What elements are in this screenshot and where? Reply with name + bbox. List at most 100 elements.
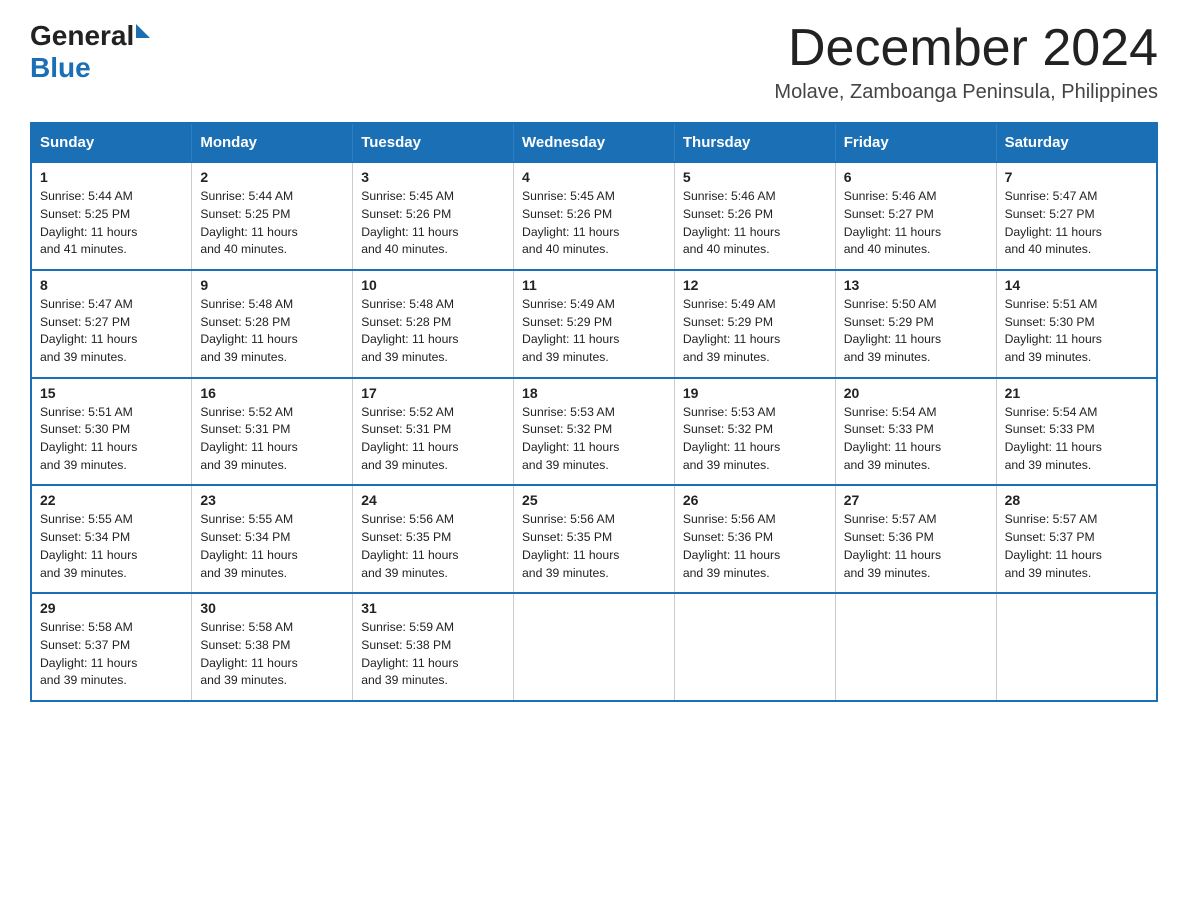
day-number: 7 — [1005, 169, 1148, 185]
title-area: December 2024 Molave, Zamboanga Peninsul… — [774, 20, 1158, 104]
calendar-header-day: Wednesday — [514, 123, 675, 162]
day-number: 29 — [40, 600, 183, 616]
calendar-cell: 2 Sunrise: 5:44 AMSunset: 5:25 PMDaylight… — [192, 162, 353, 270]
day-info: Sunrise: 5:47 AMSunset: 5:27 PMDaylight:… — [40, 296, 183, 367]
calendar-cell: 21 Sunrise: 5:54 AMSunset: 5:33 PMDayligh… — [996, 378, 1157, 486]
calendar-cell: 25 Sunrise: 5:56 AMSunset: 5:35 PMDayligh… — [514, 485, 675, 593]
day-number: 31 — [361, 600, 505, 616]
day-number: 18 — [522, 385, 666, 401]
calendar-header-day: Sunday — [31, 123, 192, 162]
day-number: 13 — [844, 277, 988, 293]
day-number: 27 — [844, 492, 988, 508]
day-number: 26 — [683, 492, 827, 508]
calendar-header-day: Friday — [835, 123, 996, 162]
day-info: Sunrise: 5:58 AMSunset: 5:38 PMDaylight:… — [200, 619, 344, 690]
calendar-cell: 26 Sunrise: 5:56 AMSunset: 5:36 PMDayligh… — [674, 485, 835, 593]
page-title: December 2024 — [774, 20, 1158, 77]
calendar-cell: 24Sunrise: 5:56 AMSunset: 5:35 PMDayligh… — [353, 485, 514, 593]
logo-triangle-icon — [136, 24, 150, 38]
calendar-cell: 31Sunrise: 5:59 AMSunset: 5:38 PMDayligh… — [353, 593, 514, 701]
day-info: Sunrise: 5:49 AMSunset: 5:29 PMDaylight:… — [683, 296, 827, 367]
day-info: Sunrise: 5:54 AMSunset: 5:33 PMDaylight:… — [1005, 404, 1148, 475]
day-number: 25 — [522, 492, 666, 508]
calendar-cell — [835, 593, 996, 701]
day-number: 28 — [1005, 492, 1148, 508]
day-info: Sunrise: 5:58 AMSunset: 5:37 PMDaylight:… — [40, 619, 183, 690]
day-info: Sunrise: 5:56 AMSunset: 5:35 PMDaylight:… — [522, 511, 666, 582]
day-info: Sunrise: 5:53 AMSunset: 5:32 PMDaylight:… — [522, 404, 666, 475]
calendar-cell: 18 Sunrise: 5:53 AMSunset: 5:32 PMDayligh… — [514, 378, 675, 486]
calendar-cell: 30Sunrise: 5:58 AMSunset: 5:38 PMDayligh… — [192, 593, 353, 701]
day-info: Sunrise: 5:50 AMSunset: 5:29 PMDaylight:… — [844, 296, 988, 367]
day-number: 22 — [40, 492, 183, 508]
day-number: 20 — [844, 385, 988, 401]
calendar-cell: 12 Sunrise: 5:49 AMSunset: 5:29 PMDayligh… — [674, 270, 835, 378]
day-info: Sunrise: 5:56 AMSunset: 5:36 PMDaylight:… — [683, 511, 827, 582]
day-info: Sunrise: 5:49 AMSunset: 5:29 PMDaylight:… — [522, 296, 666, 367]
calendar-cell: 9 Sunrise: 5:48 AMSunset: 5:28 PMDaylight… — [192, 270, 353, 378]
calendar-cell: 20 Sunrise: 5:54 AMSunset: 5:33 PMDayligh… — [835, 378, 996, 486]
day-number: 12 — [683, 277, 827, 293]
day-number: 23 — [200, 492, 344, 508]
day-info: Sunrise: 5:46 AMSunset: 5:27 PMDaylight:… — [844, 188, 988, 259]
day-info: Sunrise: 5:48 AMSunset: 5:28 PMDaylight:… — [200, 296, 344, 367]
logo: General Blue — [30, 20, 150, 84]
day-info: Sunrise: 5:55 AMSunset: 5:34 PMDaylight:… — [40, 511, 183, 582]
calendar-cell — [996, 593, 1157, 701]
calendar-cell: 6 Sunrise: 5:46 AMSunset: 5:27 PMDaylight… — [835, 162, 996, 270]
calendar-cell: 14Sunrise: 5:51 AMSunset: 5:30 PMDayligh… — [996, 270, 1157, 378]
calendar-cell: 29 Sunrise: 5:58 AMSunset: 5:37 PMDayligh… — [31, 593, 192, 701]
logo-general-text: General — [30, 20, 134, 52]
calendar-cell: 17 Sunrise: 5:52 AMSunset: 5:31 PMDayligh… — [353, 378, 514, 486]
calendar-cell: 13 Sunrise: 5:50 AMSunset: 5:29 PMDayligh… — [835, 270, 996, 378]
day-info: Sunrise: 5:51 AMSunset: 5:30 PMDaylight:… — [40, 404, 183, 475]
calendar-week-row: 8Sunrise: 5:47 AMSunset: 5:27 PMDaylight… — [31, 270, 1157, 378]
calendar-week-row: 29 Sunrise: 5:58 AMSunset: 5:37 PMDayligh… — [31, 593, 1157, 701]
calendar-cell: 15Sunrise: 5:51 AMSunset: 5:30 PMDayligh… — [31, 378, 192, 486]
day-number: 19 — [683, 385, 827, 401]
day-number: 9 — [200, 277, 344, 293]
calendar-cell: 11 Sunrise: 5:49 AMSunset: 5:29 PMDayligh… — [514, 270, 675, 378]
calendar-header-day: Tuesday — [353, 123, 514, 162]
calendar-cell: 10Sunrise: 5:48 AMSunset: 5:28 PMDayligh… — [353, 270, 514, 378]
day-number: 17 — [361, 385, 505, 401]
calendar-cell: 22 Sunrise: 5:55 AMSunset: 5:34 PMDayligh… — [31, 485, 192, 593]
day-info: Sunrise: 5:52 AMSunset: 5:31 PMDaylight:… — [361, 404, 505, 475]
logo-blue-text: Blue — [30, 52, 91, 84]
location-subtitle: Molave, Zamboanga Peninsula, Philippines — [774, 81, 1158, 104]
day-number: 21 — [1005, 385, 1148, 401]
day-number: 3 — [361, 169, 505, 185]
calendar-week-row: 22 Sunrise: 5:55 AMSunset: 5:34 PMDayligh… — [31, 485, 1157, 593]
day-number: 4 — [522, 169, 666, 185]
day-info: Sunrise: 5:53 AMSunset: 5:32 PMDaylight:… — [683, 404, 827, 475]
day-info: Sunrise: 5:46 AMSunset: 5:26 PMDaylight:… — [683, 188, 827, 259]
day-info: Sunrise: 5:47 AMSunset: 5:27 PMDaylight:… — [1005, 188, 1148, 259]
day-info: Sunrise: 5:45 AMSunset: 5:26 PMDaylight:… — [361, 188, 505, 259]
day-number: 1 — [40, 169, 183, 185]
day-number: 24 — [361, 492, 505, 508]
day-info: Sunrise: 5:54 AMSunset: 5:33 PMDaylight:… — [844, 404, 988, 475]
day-info: Sunrise: 5:44 AMSunset: 5:25 PMDaylight:… — [40, 188, 183, 259]
calendar-cell — [674, 593, 835, 701]
day-number: 2 — [200, 169, 344, 185]
calendar-cell: 8Sunrise: 5:47 AMSunset: 5:27 PMDaylight… — [31, 270, 192, 378]
day-info: Sunrise: 5:55 AMSunset: 5:34 PMDaylight:… — [200, 511, 344, 582]
calendar-cell: 7 Sunrise: 5:47 AMSunset: 5:27 PMDaylight… — [996, 162, 1157, 270]
calendar-header-day: Saturday — [996, 123, 1157, 162]
calendar-cell: 23 Sunrise: 5:55 AMSunset: 5:34 PMDayligh… — [192, 485, 353, 593]
day-info: Sunrise: 5:45 AMSunset: 5:26 PMDaylight:… — [522, 188, 666, 259]
day-number: 10 — [361, 277, 505, 293]
calendar-week-row: 15Sunrise: 5:51 AMSunset: 5:30 PMDayligh… — [31, 378, 1157, 486]
day-info: Sunrise: 5:52 AMSunset: 5:31 PMDaylight:… — [200, 404, 344, 475]
header: General Blue December 2024 Molave, Zambo… — [30, 20, 1158, 104]
day-info: Sunrise: 5:57 AMSunset: 5:37 PMDaylight:… — [1005, 511, 1148, 582]
day-number: 16 — [200, 385, 344, 401]
calendar-cell: 16 Sunrise: 5:52 AMSunset: 5:31 PMDayligh… — [192, 378, 353, 486]
day-info: Sunrise: 5:44 AMSunset: 5:25 PMDaylight:… — [200, 188, 344, 259]
day-number: 6 — [844, 169, 988, 185]
day-info: Sunrise: 5:51 AMSunset: 5:30 PMDaylight:… — [1005, 296, 1148, 367]
day-number: 11 — [522, 277, 666, 293]
calendar-cell: 3 Sunrise: 5:45 AMSunset: 5:26 PMDaylight… — [353, 162, 514, 270]
calendar-cell: 1 Sunrise: 5:44 AMSunset: 5:25 PMDaylight… — [31, 162, 192, 270]
calendar-cell — [514, 593, 675, 701]
